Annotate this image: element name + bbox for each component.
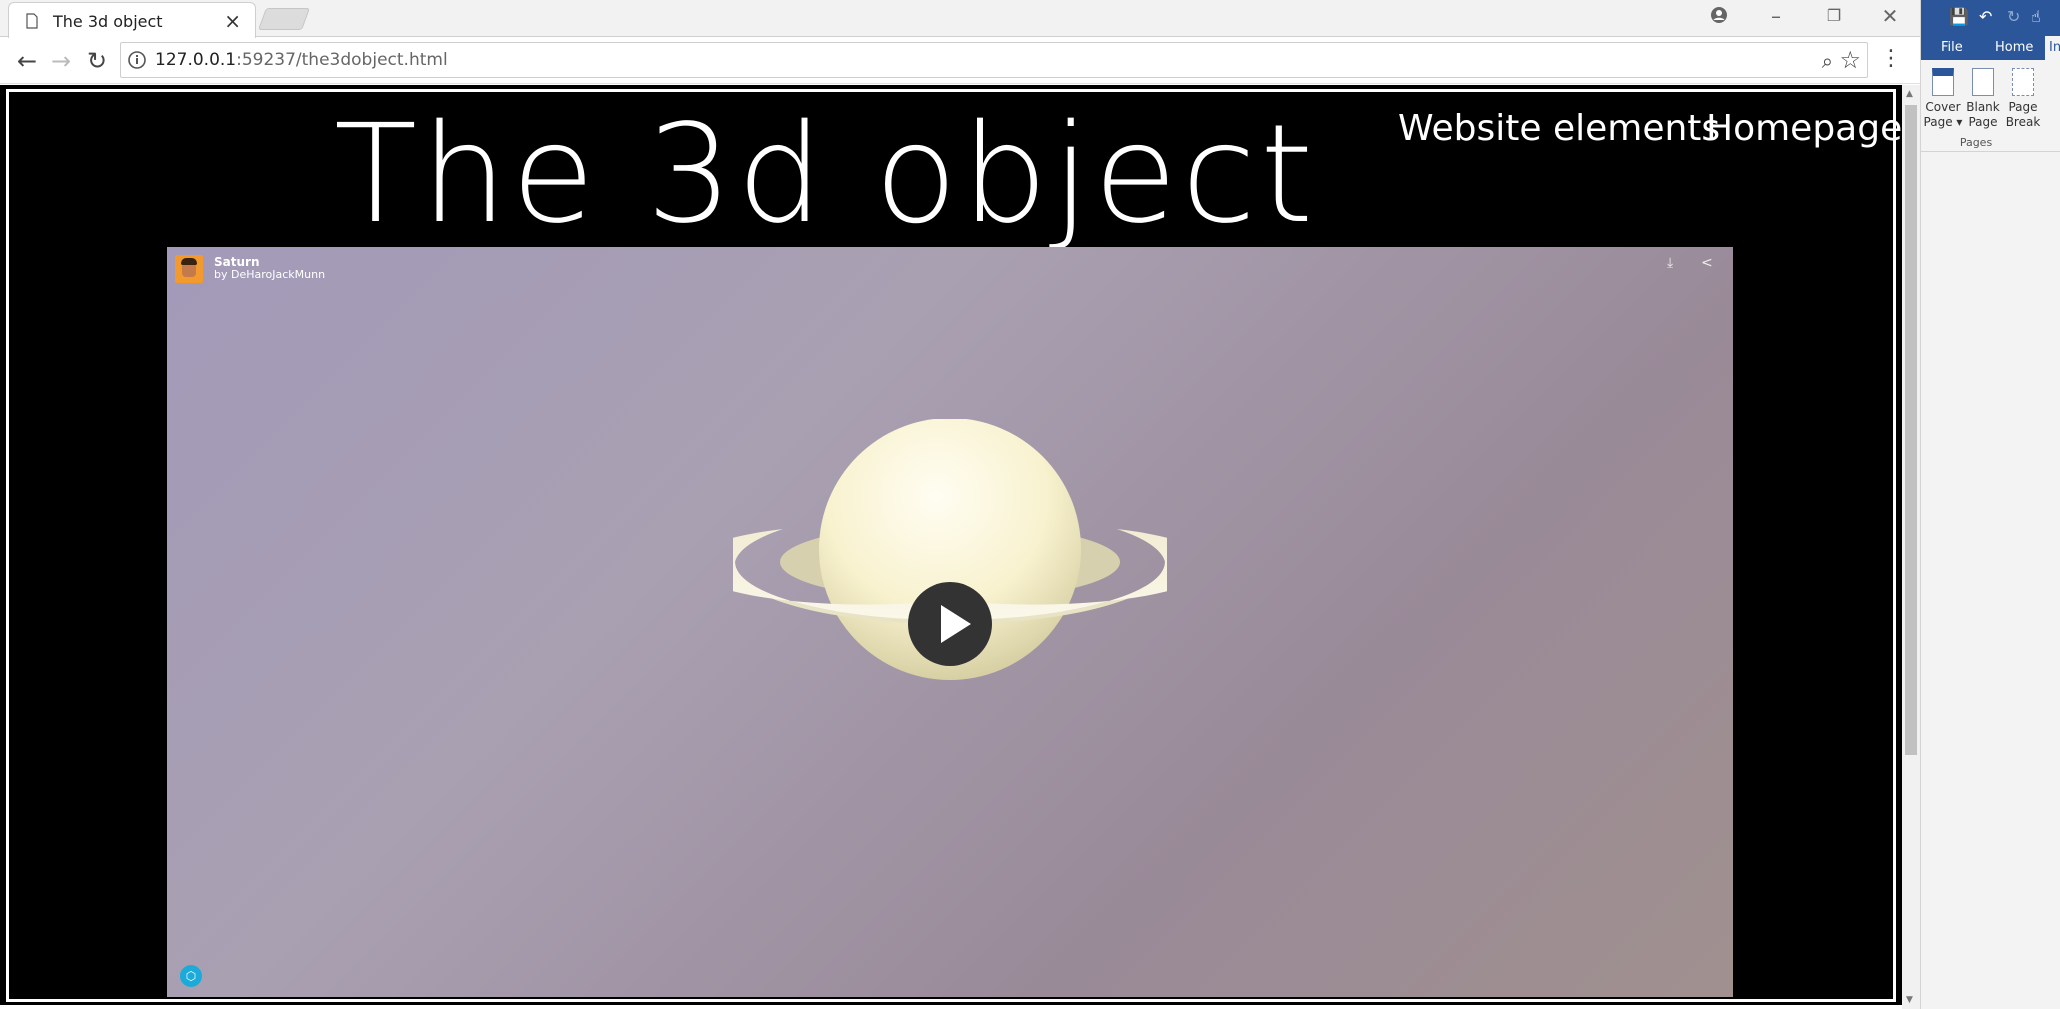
blank-page-line2: Page	[1968, 115, 1998, 129]
touch-mode-icon[interactable]: ☝	[2031, 7, 2041, 26]
nav-link-website-elements[interactable]: Website elements	[1398, 108, 1720, 149]
page-title: The 3d object	[334, 96, 1318, 254]
author-avatar[interactable]	[175, 255, 203, 283]
scroll-down-icon[interactable]: ▼	[1906, 995, 1913, 1005]
nav-link-homepage[interactable]: Homepage	[1706, 108, 1902, 149]
window-close-button[interactable]: ✕	[1870, 4, 1910, 28]
word-window: 💾 ↶ ↻ ☝ File Home Ins Cover Page ▾ Blank…	[1920, 0, 2060, 1009]
ribbon-tab-insert[interactable]: Ins	[2045, 36, 2060, 60]
browser-toolbar: ← → ↻ 127.0.0.1:59237/the3dobject.html ⌕…	[0, 38, 1920, 84]
new-tab-button[interactable]	[257, 8, 311, 30]
model-name[interactable]: Saturn	[214, 255, 259, 269]
ribbon-tab-file[interactable]: File	[1941, 40, 1963, 55]
profile-icon[interactable]	[1710, 6, 1728, 24]
pages-group-label: Pages	[1959, 136, 1993, 149]
page-break-icon	[2012, 68, 2034, 96]
page-scrollbar[interactable]: ▲ ▼	[1902, 85, 1920, 1009]
3d-model-viewer[interactable]: Saturn by DeHaroJackMunn ⤓ < ⬡	[167, 247, 1733, 997]
restore-button[interactable]: ❐	[1814, 6, 1854, 25]
save-icon[interactable]: 💾	[1949, 7, 1969, 26]
scroll-up-icon[interactable]: ▲	[1906, 89, 1913, 99]
model-author[interactable]: by DeHaroJackMunn	[214, 268, 325, 281]
cover-page-icon	[1932, 68, 1954, 96]
undo-icon[interactable]: ↶	[1979, 7, 1992, 26]
page-break-line2: Break	[2005, 115, 2041, 129]
reload-icon[interactable]: ↻	[82, 46, 112, 76]
author-name[interactable]: DeHaroJackMunn	[231, 268, 325, 281]
word-title-bar: 💾 ↶ ↻ ☝	[1921, 0, 2060, 36]
back-icon[interactable]: ←	[12, 46, 42, 76]
minimize-button[interactable]: –	[1756, 4, 1796, 28]
scrollbar-thumb[interactable]	[1905, 105, 1917, 755]
cover-page-button[interactable]: Cover Page ▾	[1923, 68, 1963, 130]
share-icon[interactable]: <	[1701, 255, 1713, 271]
play-button[interactable]	[908, 582, 992, 666]
author-prefix: by	[214, 268, 228, 281]
ribbon-tab-home[interactable]: Home	[1995, 40, 2033, 55]
menu-icon[interactable]: ⋮	[1880, 46, 1902, 71]
tab-strip: The 3d object × – ❐ ✕	[0, 0, 1920, 38]
close-tab-icon[interactable]: ×	[224, 9, 241, 33]
cover-page-line2: Page ▾	[1923, 115, 1963, 129]
browser-window: The 3d object × – ❐ ✕ ← → ↻ 127.0.0.1:59…	[0, 0, 1920, 1009]
browser-tab[interactable]: The 3d object ×	[8, 2, 256, 38]
redo-icon[interactable]: ↻	[2007, 7, 2020, 26]
document-icon	[26, 13, 38, 29]
url-path: :59237/the3dobject.html	[236, 50, 448, 70]
url-host: 127.0.0.1	[155, 50, 237, 70]
page-break-button[interactable]: Page Break	[2003, 68, 2043, 130]
ribbon-panel: Cover Page ▾ Blank Page Page Break Pages	[1921, 60, 2060, 152]
address-bar[interactable]: 127.0.0.1:59237/the3dobject.html ⌕ ☆	[120, 42, 1868, 78]
tab-title: The 3d object	[53, 12, 163, 31]
forward-icon[interactable]: →	[46, 46, 76, 76]
blank-page-button[interactable]: Blank Page	[1963, 68, 2003, 130]
ribbon-tabs: File Home Ins	[1921, 36, 2060, 60]
zoom-icon[interactable]: ⌕	[1822, 49, 1833, 73]
url-text: 127.0.0.1:59237/the3dobject.html	[155, 50, 448, 70]
download-icon[interactable]: ⤓	[1667, 255, 1673, 271]
bookmark-star-icon[interactable]: ☆	[1839, 46, 1861, 74]
cover-page-line1: Cover	[1925, 100, 1961, 114]
info-icon[interactable]	[127, 50, 147, 70]
sketchfab-logo-icon[interactable]: ⬡	[180, 965, 202, 987]
blank-page-line1: Blank	[1966, 100, 2000, 114]
blank-page-icon	[1972, 68, 1994, 96]
page-break-line1: Page	[2008, 100, 2038, 114]
